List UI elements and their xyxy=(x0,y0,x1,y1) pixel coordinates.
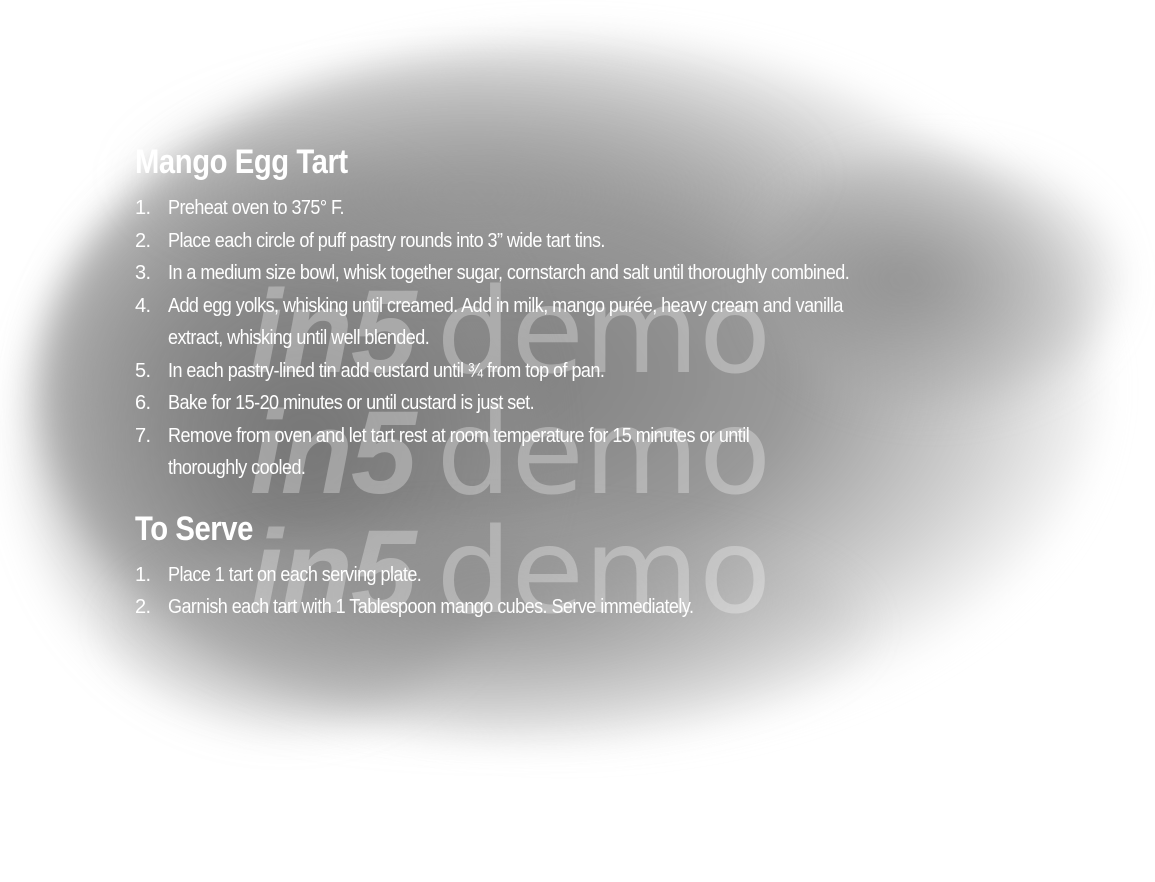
list-item: 5. In each pastry-lined tin add custard u… xyxy=(135,355,1035,388)
recipe-steps-list: 1. Preheat oven to 375° F. 2. Place each c… xyxy=(135,192,1035,485)
list-item: 2. Place each circle of puff pastry round… xyxy=(135,225,1035,258)
step-number: 2. xyxy=(135,596,151,618)
step-text: Add egg yolks, whisking until creamed. A… xyxy=(168,294,843,317)
step-text: Garnish each tart with 1 Tablespoon mang… xyxy=(168,596,694,618)
list-item: 7. Remove from oven and let tart rest at … xyxy=(135,420,1035,485)
step-number: 4. xyxy=(135,294,151,317)
list-item: 6. Bake for 15-20 minutes or until custar… xyxy=(135,387,1035,420)
step-text-continued: thoroughly cooled. xyxy=(168,457,306,479)
list-item: 1. Preheat oven to 375° F. xyxy=(135,192,1035,225)
step-number: 3. xyxy=(135,262,151,284)
recipe-content: Mango Egg Tart 1. Preheat oven to 375° F.… xyxy=(135,138,1035,624)
recipe-title: Mango Egg Tart xyxy=(135,143,348,181)
step-number: 5. xyxy=(135,359,151,382)
list-item: 1. Place 1 tart on each serving plate. xyxy=(135,559,1035,592)
step-number: 6. xyxy=(135,392,151,414)
step-number: 7. xyxy=(135,424,151,447)
list-item: 2. Garnish each tart with 1 Tablespoon ma… xyxy=(135,591,1035,624)
list-item: 4. Add egg yolks, whisking until creamed.… xyxy=(135,290,1035,355)
step-text: Place 1 tart on each serving plate. xyxy=(168,563,422,586)
step-text: Preheat oven to 375° F. xyxy=(168,197,344,219)
step-text: Remove from oven and let tart rest at ro… xyxy=(168,424,750,447)
step-text: Bake for 15-20 minutes or until custard … xyxy=(168,392,535,414)
step-number: 1. xyxy=(135,197,151,219)
step-text: In each pastry-lined tin add custard unt… xyxy=(168,359,605,382)
step-text: In a medium size bowl, whisk together su… xyxy=(168,262,850,284)
list-item: 3. In a medium size bowl, whisk together … xyxy=(135,257,1035,290)
step-text-continued: extract, whisking until well blended. xyxy=(168,327,430,349)
page-canvas: in5 demo in5 demo in5 demo Mango Egg Tart 1… xyxy=(0,0,1155,882)
step-number: 2. xyxy=(135,229,151,252)
step-text: Place each circle of puff pastry rounds … xyxy=(168,229,605,252)
serve-title: To Serve xyxy=(135,509,253,548)
serve-steps-list: 1. Place 1 tart on each serving plate. 2.… xyxy=(135,559,1035,624)
step-number: 1. xyxy=(135,563,151,586)
